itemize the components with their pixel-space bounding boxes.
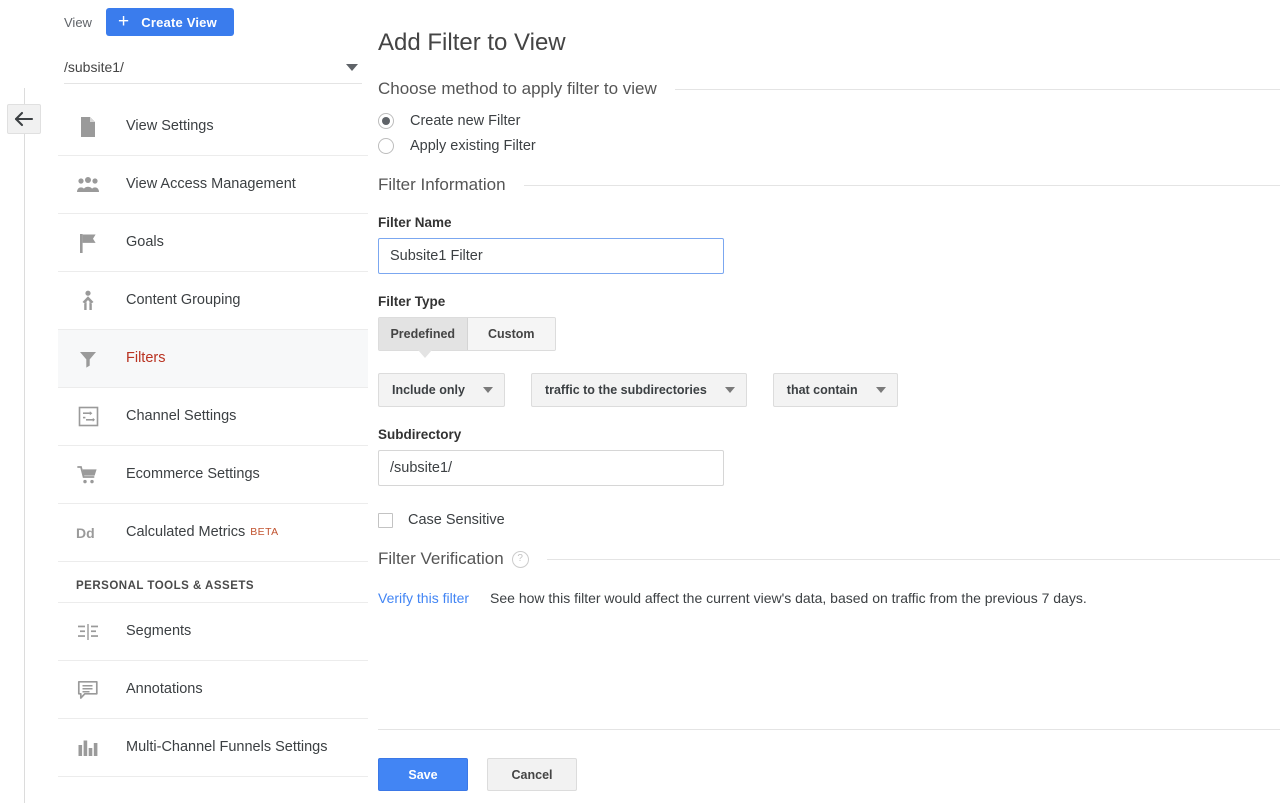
sidebar-item-segments[interactable]: Segments: [58, 603, 368, 661]
cancel-button[interactable]: Cancel: [487, 758, 577, 791]
sidebar-item-label: Multi-Channel Funnels Settings: [126, 739, 328, 755]
sidebar: View + Create View /subsite1/ View Setti…: [58, 0, 368, 803]
collapse-sidebar-button[interactable]: [7, 104, 41, 134]
sidebar-item-channel-settings[interactable]: Channel Settings: [58, 388, 368, 446]
view-selector-value: /subsite1/: [64, 59, 124, 75]
form-actions: Save Cancel: [378, 758, 577, 791]
page-title: Add Filter to View: [378, 29, 566, 56]
dd-icon: Dd: [76, 521, 100, 545]
section-divider: [674, 88, 1280, 90]
section-divider: [546, 558, 1280, 560]
dropdown-filter-field[interactable]: traffic to the subdirectories: [530, 373, 747, 407]
shopping-cart-icon: [76, 463, 100, 487]
chevron-down-icon: [875, 387, 886, 393]
chevron-down-icon: [724, 387, 735, 393]
sidebar-item-multi-channel-funnels-settings[interactable]: Multi-Channel Funnels Settings: [58, 719, 368, 777]
filter-name-label: Filter Name: [378, 215, 452, 230]
sidebar-item-label: Ecommerce Settings: [126, 466, 260, 482]
flag-icon: [76, 231, 100, 255]
document-icon: [76, 115, 100, 139]
checkbox-icon: [378, 512, 393, 528]
beta-badge: BETA: [250, 526, 279, 538]
tab-custom[interactable]: Custom: [467, 318, 555, 350]
method-section-header: Choose method to apply filter to view: [378, 79, 1280, 99]
case-sensitive-checkbox-row[interactable]: Case Sensitive: [378, 512, 505, 528]
filter-information-header: Filter Information: [378, 175, 1280, 195]
sidebar-item-ecommerce-settings[interactable]: Ecommerce Settings: [58, 446, 368, 504]
sidebar-item-label: Content Grouping: [126, 292, 241, 308]
view-selector[interactable]: /subsite1/: [64, 51, 362, 84]
verify-this-filter-link[interactable]: Verify this filter: [378, 590, 469, 606]
filter-expression-row: Include only traffic to the subdirectori…: [378, 373, 1280, 407]
radio-button-icon: [378, 138, 394, 154]
dropdown-filter-verb[interactable]: Include only: [378, 373, 505, 407]
people-icon: [76, 173, 100, 197]
sidebar-item-label: Channel Settings: [126, 408, 237, 424]
subdirectory-input[interactable]: [378, 450, 724, 486]
section-divider: [523, 184, 1280, 186]
plus-icon: +: [117, 10, 130, 32]
create-view-label: Create View: [141, 14, 217, 30]
radio-label: Apply existing Filter: [410, 138, 536, 154]
svg-text:Dd: Dd: [76, 525, 95, 541]
radio-apply-existing-filter[interactable]: Apply existing Filter: [378, 138, 536, 154]
subdirectory-label: Subdirectory: [378, 427, 462, 442]
funnel-icon: [76, 347, 100, 371]
annotation-icon: [76, 678, 100, 702]
radio-label: Create new Filter: [410, 113, 521, 129]
create-view-button[interactable]: + Create View: [105, 8, 234, 36]
verify-description: See how this filter would affect the cur…: [490, 590, 1087, 606]
sidebar-item-label: View Access Management: [126, 176, 296, 192]
radio-button-icon: [378, 113, 394, 129]
active-tab-pointer: [418, 350, 432, 358]
chevron-down-icon: [482, 387, 493, 393]
dropdown-value: Include only: [392, 383, 465, 397]
sidebar-item-goals[interactable]: Goals: [58, 214, 368, 272]
sidebar-item-annotations[interactable]: Annotations: [58, 661, 368, 719]
sidebar-item-label: Segments: [126, 623, 192, 639]
sidebar-item-label: Filters: [126, 350, 166, 366]
sidebar-item-label: Calculated Metrics: [126, 524, 246, 540]
method-section-title: Choose method to apply filter to view: [378, 79, 657, 98]
sidebar-item-label-wrap: Calculated Metrics BETA: [126, 523, 279, 542]
case-sensitive-label: Case Sensitive: [408, 512, 505, 528]
personal-tools-section-title: PERSONAL TOOLS & ASSETS: [58, 562, 368, 603]
segments-icon: [76, 620, 100, 644]
sidebar-item-content-grouping[interactable]: Content Grouping: [58, 272, 368, 330]
view-label: View: [64, 14, 92, 30]
chevron-down-icon: [346, 63, 358, 71]
filter-type-label: Filter Type: [378, 294, 446, 309]
back-arrow-icon: [13, 110, 35, 128]
sidebar-item-view-access-management[interactable]: View Access Management: [58, 156, 368, 214]
rail-divider: [24, 88, 25, 803]
sidebar-item-filters[interactable]: Filters: [58, 330, 368, 388]
sidebar-item-view-settings[interactable]: View Settings: [58, 98, 368, 156]
save-button[interactable]: Save: [378, 758, 468, 791]
filter-verification-title: Filter Verification: [378, 549, 504, 568]
dropdown-value: traffic to the subdirectories: [544, 383, 707, 397]
sidebar-item-label: Annotations: [126, 681, 203, 697]
filter-verification-header: Filter Verification ?: [378, 549, 1280, 569]
filter-type-tabs: Predefined Custom: [378, 317, 556, 358]
settings-nav-list: View Settings View Access Management Goa…: [58, 98, 368, 777]
help-icon[interactable]: ?: [511, 550, 529, 568]
filter-name-input[interactable]: [378, 238, 724, 274]
channel-settings-icon: [76, 405, 100, 429]
main-content: Add Filter to View Choose method to appl…: [378, 0, 1280, 803]
content-grouping-icon: [76, 289, 100, 313]
sidebar-item-label: View Settings: [126, 118, 214, 134]
actions-divider: [378, 729, 1280, 730]
verify-row: Verify this filter See how this filter w…: [378, 590, 1280, 606]
sidebar-item-label: Goals: [126, 234, 164, 250]
radio-create-new-filter[interactable]: Create new Filter: [378, 113, 520, 129]
view-header: View + Create View: [58, 0, 368, 44]
dropdown-filter-match[interactable]: that contain: [772, 373, 898, 407]
tab-predefined[interactable]: Predefined: [379, 318, 468, 350]
bar-chart-icon: [76, 736, 100, 760]
filter-information-title: Filter Information: [378, 175, 506, 194]
dropdown-value: that contain: [786, 383, 858, 397]
sidebar-item-calculated-metrics[interactable]: Dd Calculated Metrics BETA: [58, 504, 368, 562]
